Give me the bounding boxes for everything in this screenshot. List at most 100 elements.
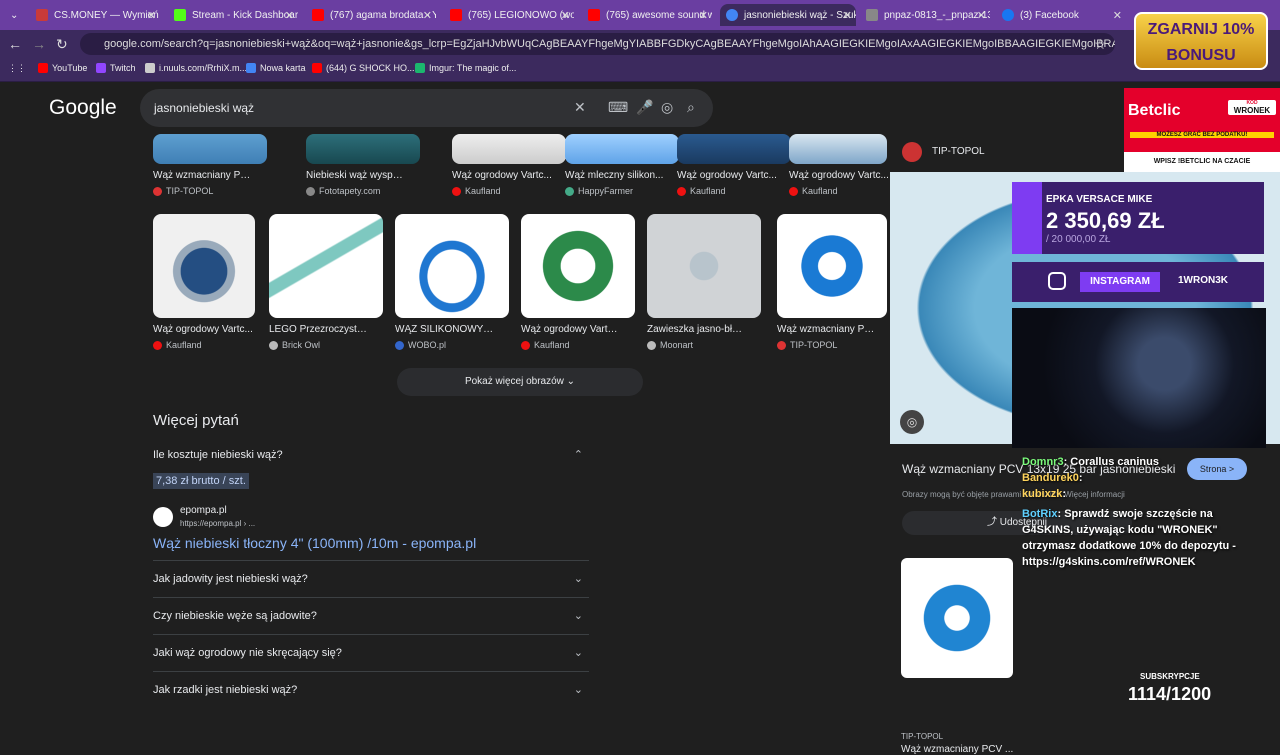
subs-label: SUBSKRYPCJE (1140, 672, 1200, 681)
close-icon[interactable]: ✕ (147, 9, 156, 22)
image-source: Moonart (647, 340, 761, 350)
betclic-subtitle: MOŻESZ GRAĆ BEZ PODATKU! (1130, 132, 1274, 138)
instagram-icon (1048, 272, 1066, 290)
bookmark-star-icon[interactable]: ☆ (1094, 36, 1107, 53)
image-result[interactable]: Zawieszka jasno-błękitn... Moonart (647, 214, 761, 350)
image-result[interactable]: LEGO Przezroczysty jas... Brick Owl (269, 214, 383, 350)
lego-tube-image (269, 214, 383, 318)
back-icon[interactable]: ← (8, 36, 22, 52)
tab-search-icon[interactable]: ⌄ (4, 4, 24, 26)
subs-value: 1114/1200 (1128, 684, 1212, 704)
lens-icon[interactable]: ◎ (900, 410, 924, 434)
search-icon[interactable]: ⌕ (687, 99, 695, 116)
image-result[interactable]: Wąż mleczny silikon... HappyFarmer (565, 134, 679, 196)
close-icon[interactable]: ✕ (285, 9, 294, 22)
instagram-label: INSTAGRAM (1080, 272, 1160, 292)
subs-counter: SUBSKRYPCJE 1114/1200 (1086, 668, 1226, 716)
tab-label: CS.MONEY — Wymień sk (54, 9, 160, 21)
close-icon[interactable]: ✕ (423, 9, 432, 22)
reload-icon[interactable]: ↻ (56, 36, 68, 53)
image-result[interactable]: Wąż wzmacniany PCV ... TIP-TOPOL (777, 214, 887, 350)
answer-site[interactable]: epompa.pl (180, 505, 227, 516)
close-icon[interactable]: ✕ (977, 9, 986, 22)
tab-6[interactable]: pnpaz-0813_-_pnpaz-13 ✕ (860, 4, 990, 26)
image-source: Kaufland (677, 186, 791, 196)
bookmark-twitch[interactable]: Twitch (96, 63, 136, 73)
keyboard-icon[interactable]: ⌨ (608, 99, 628, 116)
chat-message: BotRix: Sprawdź swoje szczęście na G4SKI… (1022, 508, 1236, 568)
image-source: Kaufland (452, 186, 566, 196)
question-row[interactable]: Czy niebieskie węże są jadowite? ⌄ (153, 597, 589, 634)
tab-label: (765) awesome sound wh (606, 9, 712, 21)
tab-5[interactable]: jasnoniebieski wąż - Szuk ✕ (720, 4, 856, 26)
close-icon[interactable]: ✕ (843, 9, 852, 22)
tab-0[interactable]: CS.MONEY — Wymień sk ✕ (30, 4, 160, 26)
chat-message: Domnr3: Corallus caninus (1022, 456, 1159, 468)
related-image[interactable] (901, 558, 1013, 678)
tab-label: pnpaz-0813_-_pnpaz-13 (884, 9, 990, 21)
chevron-down-icon[interactable]: ⌄ (574, 635, 583, 672)
tab-1[interactable]: Stream - Kick Dashboard ✕ (168, 4, 298, 26)
clear-icon[interactable]: ✕ (574, 99, 586, 116)
lens-icon[interactable]: ◎ (661, 99, 673, 116)
url-field[interactable]: google.com/search?q=jasnoniebieski+wąż&o… (80, 33, 1115, 55)
answer-url: https://epompa.pl › ... (180, 519, 256, 528)
close-icon[interactable]: ✕ (699, 9, 708, 22)
image-result[interactable]: Wąż wzmacniany PCV 13x19 ... TIP-TOPOL (153, 134, 267, 196)
bookmark-nowa-karta[interactable]: Nowa karta (246, 63, 306, 73)
forward-icon[interactable]: → (32, 36, 46, 52)
goal-target: / 20 000,00 ZŁ (1046, 234, 1111, 245)
close-icon[interactable]: ✕ (1113, 9, 1122, 22)
image-caption: Niebieski wąż wyspowy - Fot... (306, 170, 406, 181)
chevron-down-icon[interactable]: ⌄ (574, 561, 583, 598)
image-result[interactable]: Niebieski wąż wyspowy - Fot... Fototapety… (306, 134, 420, 196)
question-row[interactable]: Jak rzadki jest niebieski wąż? ⌄ (153, 671, 589, 708)
image-result[interactable]: Wąż ogrodowy Vartc... Kaufland (789, 134, 889, 196)
image-result[interactable]: WĄŻ SILIKONOWY VT... WOBO.pl (395, 214, 509, 350)
image-source: Kaufland (521, 340, 635, 350)
tab-2[interactable]: (767) agama brodata - Yo ✕ (306, 4, 436, 26)
bookmark-gshock[interactable]: (644) G SHOCK HO... (312, 63, 415, 73)
image-source: HappyFarmer (565, 186, 679, 196)
tab-label: Stream - Kick Dashboard (192, 9, 298, 21)
tab-4[interactable]: (765) awesome sound wh ✕ (582, 4, 712, 26)
image-result[interactable]: Wąż ogrodowy Vartc... Kaufland (677, 134, 791, 196)
bookmark-nuuls[interactable]: i.nuuls.com/RrhiX.m... (145, 63, 247, 73)
tab-3[interactable]: (765) LEGIONOWO (woj...✕ (444, 4, 574, 26)
image-caption: WĄŻ SILIKONOWY VT... (395, 324, 495, 335)
chevron-down-icon[interactable]: ⌄ (574, 672, 583, 709)
tab-7[interactable]: (3) Facebook ✕ (996, 4, 1126, 26)
image-source: TIP-TOPOL (777, 340, 887, 350)
site-icon (153, 507, 173, 527)
hose-image (677, 134, 791, 164)
bookmark-youtube[interactable]: YouTube (38, 63, 87, 73)
question-row[interactable]: Jaki wąż ogrodowy nie skręcający się? ⌄ (153, 634, 589, 671)
image-result[interactable]: Wąż ogrodowy Vartc... Kaufland (452, 134, 566, 196)
chat-message: kubixzk: (1022, 488, 1067, 500)
chevron-down-icon[interactable]: ⌄ (574, 598, 583, 635)
google-logo[interactable]: Google (49, 96, 117, 120)
image-result[interactable]: Wąż ogrodowy Vartc... Kaufland (153, 214, 255, 350)
chevron-up-icon[interactable]: ⌃ (574, 437, 583, 474)
bookmarks-bar: ⋮⋮ YouTube Twitch i.nuuls.com/RrhiX.m...… (0, 58, 1280, 82)
tab-bar: ⌄ CS.MONEY — Wymień sk ✕ Stream - Kick Da… (0, 0, 1280, 30)
mic-icon[interactable]: 🎤 (636, 99, 653, 116)
bookmark-imgur[interactable]: Imgur: The magic of... (415, 63, 516, 73)
close-icon[interactable]: ✕ (561, 9, 570, 22)
answer-link[interactable]: Wąż niebieski tłoczny 4" (100mm) /10m - … (153, 535, 476, 551)
question-row[interactable]: Ile kosztuje niebieski wąż? ⌃ (153, 437, 589, 474)
image-caption: Wąż ogrodowy Vartc... (153, 324, 253, 335)
search-input[interactable]: jasnoniebieski wąż (154, 101, 254, 115)
preview-source[interactable]: TIP-TOPOL (932, 146, 985, 157)
show-more-images-button[interactable]: Pokaż więcej obrazów ⌄ (397, 368, 643, 396)
apps-icon[interactable]: ⋮⋮ (8, 63, 26, 74)
hose-image (452, 134, 566, 164)
question-row[interactable]: Jak jadowity jest niebieski wąż? ⌄ (153, 560, 589, 597)
instagram-handle: 1WRON3K (1178, 275, 1229, 286)
image-result[interactable]: Wąż ogrodowy Vartco ja... Kaufland (521, 214, 635, 350)
image-caption: Wąż wzmacniany PCV ... (777, 324, 877, 335)
donation-goal: EPKA VERSACE MIKE 2 350,69 ZŁ / 20 000,0… (1012, 182, 1264, 254)
image-source: Kaufland (789, 186, 887, 196)
search-box[interactable]: jasnoniebieski wąż ✕ ⌨ 🎤 ◎ ⌕ (140, 89, 713, 127)
green-hose-image (521, 214, 635, 318)
